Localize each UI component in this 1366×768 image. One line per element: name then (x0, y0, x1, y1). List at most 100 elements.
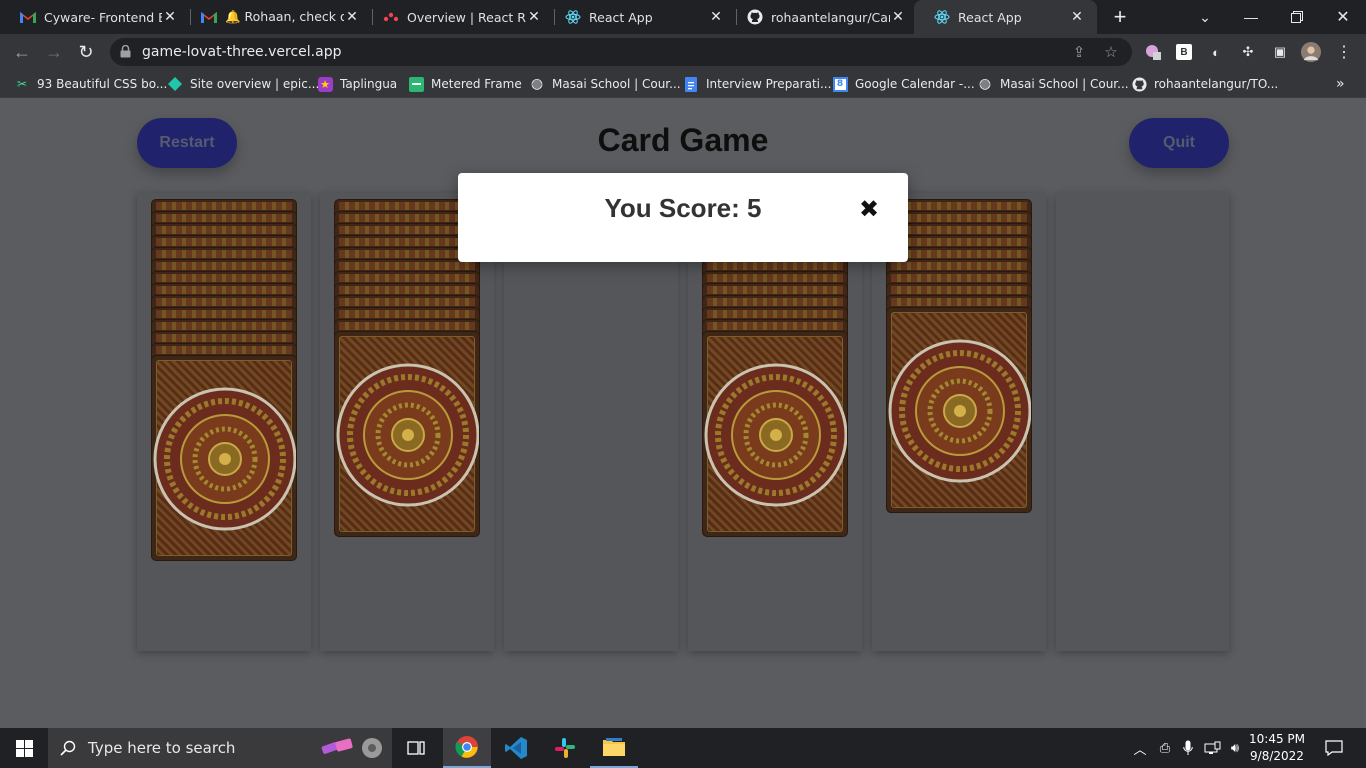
react-icon (934, 9, 950, 25)
show-hidden-icons-icon[interactable]: ︿ (1130, 728, 1150, 768)
github-icon (747, 9, 763, 25)
tab-search-chevron-icon[interactable]: ⌄ (1182, 0, 1228, 34)
clock-time: 10:45 PM (1249, 732, 1305, 746)
card-back[interactable] (334, 331, 480, 537)
globe-icon: ◍ (530, 76, 544, 92)
gmail-icon (201, 9, 217, 25)
bookmark-css-icon: ✂ (16, 77, 28, 91)
reload-icon[interactable]: ↻ (74, 40, 98, 64)
back-arrow-icon[interactable]: ← (10, 40, 34, 64)
tab-react-app-active[interactable]: React App ✕ (914, 0, 1097, 34)
forward-arrow-icon[interactable]: → (42, 40, 66, 64)
react-icon (565, 9, 581, 25)
close-tab-icon[interactable]: ✕ (526, 9, 542, 25)
close-tab-icon[interactable]: ✕ (1069, 9, 1085, 25)
file-explorer-taskbar-icon[interactable] (590, 728, 638, 768)
tab-title: Cyware- Frontend Eng (44, 9, 162, 25)
bookmarks-overflow-icon[interactable]: » (1336, 76, 1345, 92)
bookmark-item[interactable]: Site overview | epic... (167, 76, 319, 92)
bookmark-label: Google Calendar -... (855, 77, 975, 91)
tab-react-router[interactable]: Overview | React Rout ✕ (363, 0, 554, 34)
share-icon[interactable]: ⇪ (1070, 43, 1088, 61)
page-viewport: Restart Card Game Quit You Score: 5 ✖ (0, 98, 1366, 728)
google-calendar-icon: 8 (832, 76, 848, 92)
bookmark-star-icon[interactable]: ☆ (1102, 43, 1120, 61)
new-tab-plus-icon[interactable]: + (1108, 4, 1132, 29)
extension-color-icon[interactable] (1143, 42, 1163, 62)
quit-button[interactable]: Quit (1129, 118, 1229, 168)
windows-start-icon[interactable] (0, 728, 48, 768)
close-tab-icon[interactable]: ✕ (890, 9, 906, 25)
chrome-taskbar-icon[interactable] (443, 728, 491, 768)
gmail-icon (20, 9, 36, 25)
clock-date: 9/8/2022 (1250, 749, 1304, 763)
google-docs-icon (683, 76, 699, 92)
camera-icon[interactable]: ⎙ (1155, 728, 1175, 768)
task-view-icon[interactable] (392, 728, 440, 768)
search-icon (48, 728, 88, 768)
bookmark-item[interactable]: rohaantelangur/TO... (1131, 76, 1278, 92)
bookmark-item[interactable]: ★ Taplingua (317, 76, 397, 92)
card-back[interactable] (151, 355, 297, 561)
window-close-icon[interactable]: ✕ (1320, 0, 1366, 34)
search-highlight-icon (320, 734, 384, 767)
metered-frame-icon (408, 76, 424, 92)
slack-taskbar-icon[interactable] (541, 728, 589, 768)
tab-gmail-rohaan[interactable]: 🔔 Rohaan, check out ✕ (181, 0, 372, 34)
card-back[interactable] (886, 307, 1032, 513)
extension-b-icon[interactable]: B (1174, 42, 1194, 62)
bookmark-label: 93 Beautiful CSS bo... (37, 77, 168, 91)
close-icon[interactable]: ✖ (857, 195, 881, 223)
score-text: You Score: 5 (604, 193, 762, 223)
bookmark-item[interactable]: ◍ Masai School | Cour... (977, 76, 1129, 92)
taplingua-star-icon: ★ (317, 76, 333, 92)
volume-icon[interactable]: 🔊︎ (1225, 728, 1245, 768)
tab-title: rohaantelangur/Card_ (771, 9, 890, 25)
globe-icon: ◍ (978, 76, 992, 92)
tab-react-app[interactable]: React App ✕ (545, 0, 736, 34)
tab-github[interactable]: rohaantelangur/Card_ ✕ (727, 0, 918, 34)
bookmark-item[interactable]: ✂ 93 Beautiful CSS bo... (14, 76, 167, 92)
epic-diamond-icon (167, 76, 183, 92)
microphone-icon[interactable] (1178, 728, 1198, 768)
system-clock[interactable]: 10:45 PM 9/8/2022 (1246, 731, 1308, 765)
bookmark-item[interactable]: Metered Frame (408, 76, 522, 92)
card-back[interactable] (702, 331, 848, 537)
browser-menu-icon[interactable]: ⋮ (1334, 42, 1354, 62)
bookmark-item[interactable]: ◍ Masai School | Cour... (529, 76, 681, 92)
side-panel-icon[interactable]: ▣ (1270, 42, 1290, 62)
extensions-puzzle-icon[interactable]: ✣ (1238, 42, 1258, 62)
taskbar-search[interactable]: Type here to search (48, 728, 392, 768)
bookmark-label: Metered Frame (431, 77, 522, 91)
close-tab-icon[interactable]: ✕ (708, 9, 724, 25)
vscode-taskbar-icon[interactable] (492, 728, 540, 768)
card-column[interactable] (137, 193, 311, 651)
bookmarks-bar: ✂ 93 Beautiful CSS bo... Site overview |… (0, 70, 1366, 98)
browser-toolbar: ← → ↻ game-lovat-three.vercel.app ⇪ ☆ B … (0, 34, 1366, 70)
bookmark-label: Masai School | Cour... (552, 77, 681, 91)
score-modal: You Score: 5 ✖ (458, 173, 908, 262)
address-bar[interactable]: game-lovat-three.vercel.app ⇪ ☆ (110, 38, 1132, 66)
profile-avatar[interactable] (1301, 42, 1321, 62)
tab-title: React App (958, 9, 1022, 25)
bookmark-item[interactable]: Interview Preparati... (683, 76, 831, 92)
bookmark-label: Masai School | Cour... (1000, 77, 1129, 91)
tab-title: 🔔 Rohaan, check out (225, 9, 344, 24)
windows-taskbar: Type here to search ︿ ⎙ 🔊︎ 10:45 PM 9/8/… (0, 728, 1366, 768)
tab-gmail-cyware[interactable]: Cyware- Frontend Eng ✕ (0, 0, 190, 34)
extension-circle-icon[interactable]: ◐ (1206, 42, 1226, 62)
tab-title: React App (589, 9, 653, 25)
browser-tab-strip: Cyware- Frontend Eng ✕ 🔔 Rohaan, check o… (0, 0, 1366, 34)
notification-center-icon[interactable] (1320, 728, 1348, 768)
network-icon[interactable] (1202, 728, 1222, 768)
url-text: game-lovat-three.vercel.app (142, 44, 342, 60)
close-tab-icon[interactable]: ✕ (162, 9, 178, 25)
card-column[interactable] (1056, 193, 1229, 651)
lock-icon (120, 44, 131, 63)
minimize-icon[interactable]: — (1228, 0, 1274, 34)
bookmark-item[interactable]: 8 Google Calendar -... (832, 76, 975, 92)
restore-icon[interactable] (1274, 0, 1320, 34)
bookmark-label: Interview Preparati... (706, 77, 832, 91)
close-tab-icon[interactable]: ✕ (344, 9, 360, 25)
bookmark-label: rohaantelangur/TO... (1154, 77, 1279, 91)
